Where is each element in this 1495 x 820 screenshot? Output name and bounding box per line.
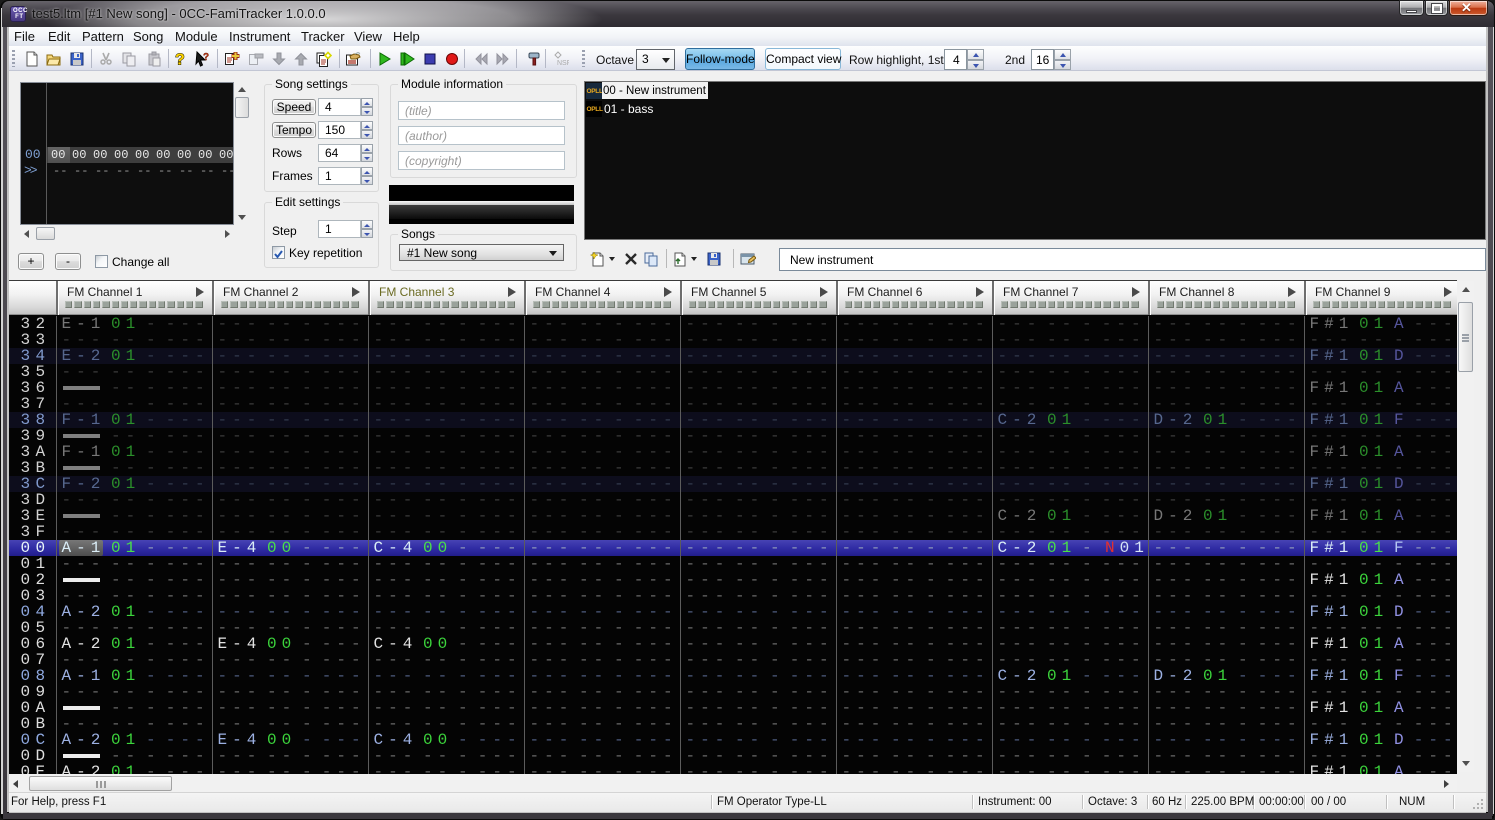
svg-text:?: ?: [175, 52, 185, 68]
svg-text:?: ?: [203, 52, 209, 63]
svg-text:NSF: NSF: [557, 60, 569, 67]
